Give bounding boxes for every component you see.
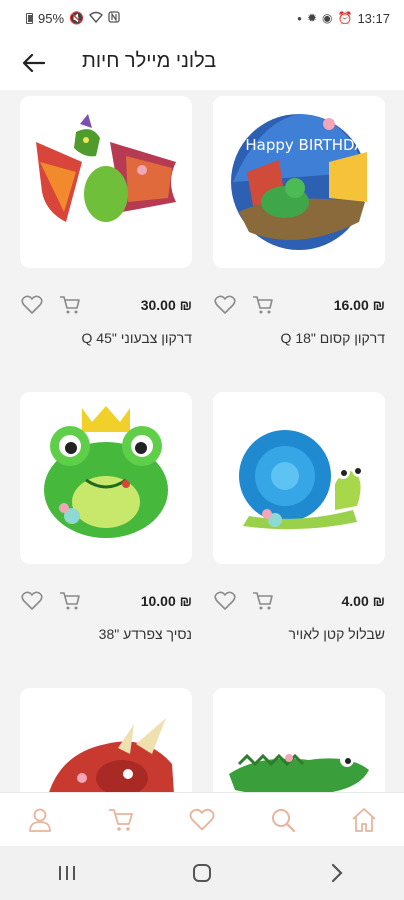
product-actions: [20, 293, 82, 317]
product-card[interactable]: [20, 96, 192, 268]
nav-profile-button[interactable]: [20, 800, 60, 840]
product-card[interactable]: [20, 392, 192, 564]
home-icon: [351, 807, 376, 832]
product-image[interactable]: [213, 688, 385, 792]
clock: 13:17: [357, 10, 390, 26]
user-icon: [29, 808, 52, 832]
product-price-row: 10.00 ₪: [20, 586, 192, 616]
product-actions: [20, 589, 82, 613]
nav-favorites-button[interactable]: [182, 800, 222, 840]
favorite-button[interactable]: [20, 293, 44, 317]
alarm-icon: ⏰: [337, 11, 353, 25]
snail-balloon-image: [239, 430, 366, 530]
image-greeting-text: Happy BIRTHDAY: [245, 136, 373, 154]
product-name[interactable]: נסיך צפרדע "38: [20, 626, 192, 642]
bottom-nav: [0, 792, 404, 846]
status-bar: 95% 🔇 ● ✹ ◉ ⏰ 13:17: [0, 0, 404, 36]
product-card[interactable]: [20, 688, 192, 792]
product-image[interactable]: [213, 392, 385, 564]
favorite-button[interactable]: [20, 589, 44, 613]
product-price-row: 4.00 ₪: [213, 586, 385, 616]
nav-search-button[interactable]: [263, 800, 303, 840]
product-grid: Happy BIRTHDAY 16.00 ₪ דרקון קסום "18 Q: [0, 90, 404, 792]
cart-icon: [60, 296, 80, 314]
system-navigation-bar: [0, 846, 404, 900]
product-card[interactable]: Happy BIRTHDAY: [213, 96, 385, 268]
heart-icon: [214, 591, 236, 610]
product-image[interactable]: [20, 96, 192, 268]
product-price: 16.00 ₪: [333, 297, 385, 313]
nav-cart-button[interactable]: [101, 800, 141, 840]
product-name[interactable]: שבלול קטן לאויר: [213, 626, 385, 642]
product-price: 30.00 ₪: [140, 297, 192, 313]
back-button[interactable]: [20, 49, 48, 77]
app-header: בלוני מיילר חיות: [0, 36, 404, 90]
battery-icon: [26, 12, 33, 24]
status-left: 95% 🔇: [26, 11, 120, 26]
cart-icon: [60, 592, 80, 610]
recent-apps-icon: [59, 866, 76, 880]
product-price: 4.00 ₪: [341, 593, 385, 609]
product-price: 10.00 ₪: [140, 593, 192, 609]
product-actions: [213, 293, 275, 317]
wifi-icon: [88, 11, 103, 26]
add-to-cart-button[interactable]: [58, 293, 82, 317]
crocodile-balloon-image: [229, 753, 369, 792]
settings-icon: ✹: [306, 11, 318, 25]
triceratops-balloon-image: [49, 718, 174, 792]
add-to-cart-button[interactable]: [58, 589, 82, 613]
page-title: בלוני מיילר חיות: [82, 50, 217, 72]
product-actions: [213, 589, 275, 613]
product-image[interactable]: Happy BIRTHDAY: [213, 96, 385, 268]
favorite-button[interactable]: [213, 293, 237, 317]
chevron-right-icon: [331, 863, 343, 883]
product-price-row: 16.00 ₪: [213, 290, 385, 320]
product-card[interactable]: [213, 392, 385, 564]
cart-icon: [253, 296, 273, 314]
back-system-button[interactable]: [317, 853, 357, 893]
add-to-cart-button[interactable]: [251, 589, 275, 613]
product-name[interactable]: דרקון קסום "18 Q: [213, 330, 385, 346]
heart-icon: [214, 295, 236, 314]
favorite-button[interactable]: [213, 589, 237, 613]
product-image[interactable]: [20, 688, 192, 792]
dragon-balloon-image: [36, 114, 176, 222]
frog-prince-balloon-image: [44, 406, 168, 538]
recent-apps-button[interactable]: [47, 853, 87, 893]
cart-icon: [109, 808, 134, 831]
product-card[interactable]: [213, 688, 385, 792]
nfc-icon: [108, 10, 120, 26]
birthday-dragon-balloon-image: Happy BIRTHDAY: [231, 114, 373, 250]
product-image[interactable]: [20, 392, 192, 564]
dot-icon: ●: [297, 13, 302, 23]
nav-home-button[interactable]: [344, 800, 384, 840]
arrow-left-icon: [23, 54, 45, 72]
heart-icon: [189, 808, 215, 830]
product-price-row: 30.00 ₪: [20, 290, 192, 320]
app-notification-icon: ◉: [322, 11, 333, 25]
battery-level: 95%: [38, 10, 65, 26]
add-to-cart-button[interactable]: [251, 293, 275, 317]
heart-icon: [21, 591, 43, 610]
search-icon: [271, 808, 295, 832]
home-square-icon: [192, 864, 211, 882]
cart-icon: [253, 592, 273, 610]
volume-icon: 🔇: [69, 11, 84, 25]
product-name[interactable]: דרקון צבעוני "45 Q: [20, 330, 192, 346]
heart-icon: [21, 295, 43, 314]
status-right: ● ✹ ◉ ⏰ 13:17: [297, 11, 390, 26]
home-system-button[interactable]: [182, 853, 222, 893]
